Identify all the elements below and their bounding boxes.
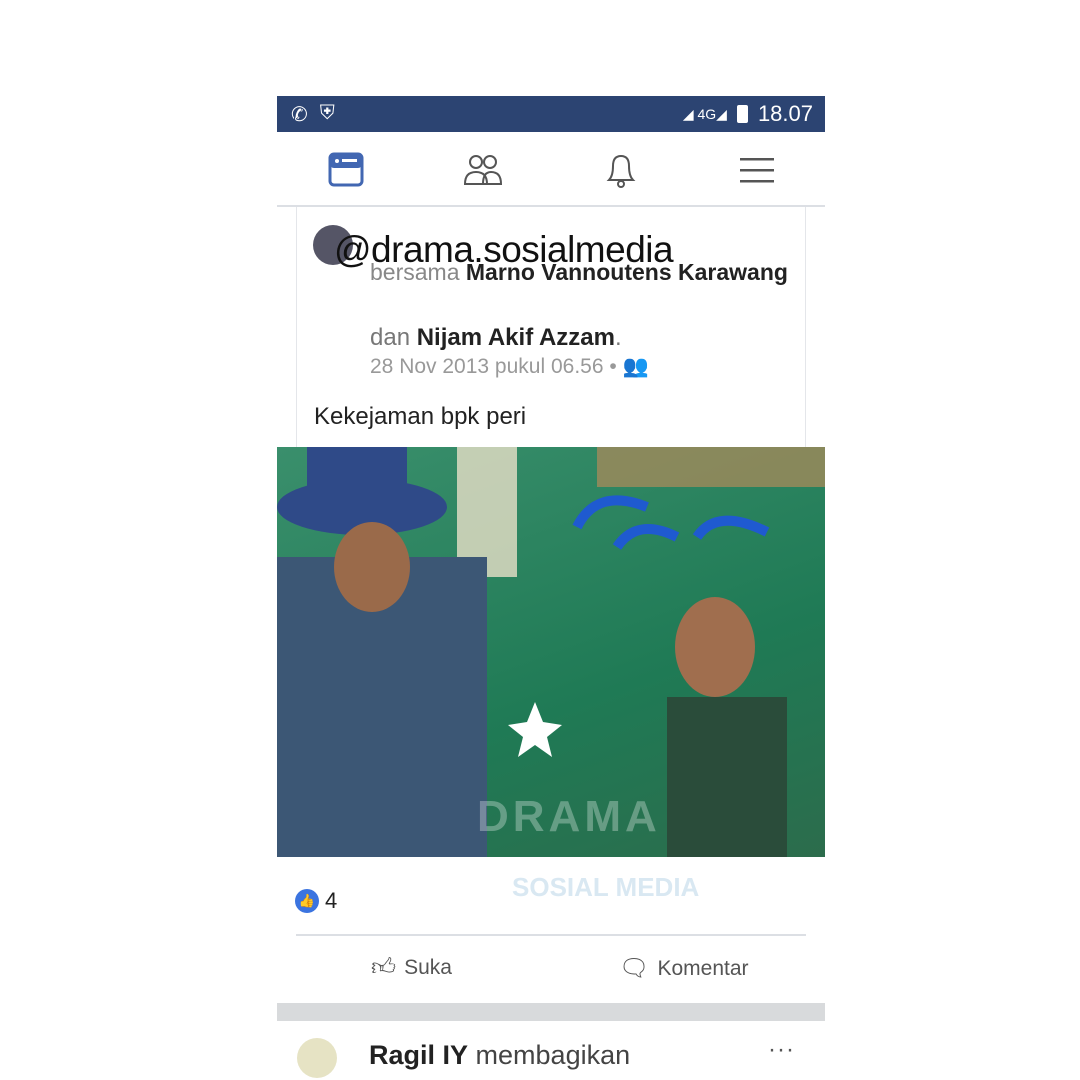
watermark-overlay: @drama.sosialmedia [334,229,674,270]
more-options-icon[interactable]: ··· [768,1036,795,1064]
notifications-icon[interactable] [601,150,641,190]
next-post-author[interactable]: Ragil IY [369,1040,468,1070]
tagged-user-2[interactable]: Nijam Akif Azzam [417,324,615,351]
news-feed-icon[interactable] [327,150,367,190]
post-photo[interactable]: DRAMA [277,447,825,857]
timestamp[interactable]: 28 Nov 2013 pukul 06.56 [370,355,604,378]
phone-screen: ✆ ⛨ ◢ 4G◢ 18.07 bersama Marno Vannoutens … [277,96,825,1080]
privacy-friends-icon: 👥 [622,355,649,378]
top-nav [277,132,825,207]
like-button[interactable]: 👍︎ Suka [371,954,452,982]
next-post-avatar[interactable] [297,1038,337,1078]
next-post-header: Ragil IY membagikan [369,1040,631,1070]
post-text: Kekejaman bpk peri [314,403,527,430]
clock: 18.07 [757,101,813,126]
friends-icon[interactable] [463,150,503,190]
post-card: bersama Marno Vannoutens Karawang dan Ni… [296,207,806,447]
like-count-value: 4 [325,888,338,913]
conj-label: dan [370,324,411,351]
divider [296,934,806,936]
comment-icon: 🗨︎ [619,955,650,982]
shield-icon: ⛨ [319,102,335,124]
photo-watermark-sub: SOSIAL MEDIA [512,872,700,902]
thumbs-up-icon: 👍︎ [371,954,397,981]
comment-button[interactable]: 🗨︎ Komentar [619,954,749,983]
battery-icon [736,105,748,123]
status-bar: ✆ ⛨ ◢ 4G◢ 18.07 [277,96,825,132]
like-reaction-icon: 👍 [295,889,319,913]
photo-watermark: DRAMA [477,792,661,841]
like-count[interactable]: 👍 4 [295,888,337,914]
whatsapp-icon: ✆ [291,104,308,126]
signal-icon: ◢ 4G◢ [682,105,727,122]
menu-icon[interactable] [737,150,777,190]
feed-separator [277,1003,825,1021]
